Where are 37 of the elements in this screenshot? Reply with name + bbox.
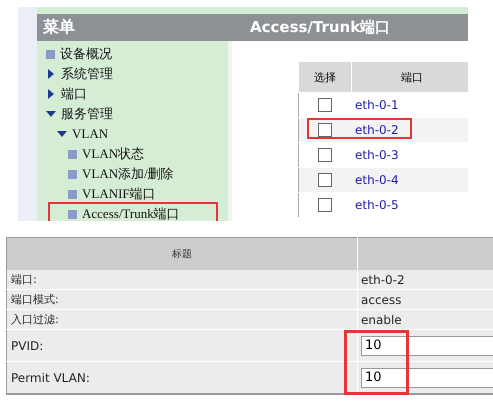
field-value: access — [358, 290, 493, 310]
field-label: 入口过滤: — [6, 310, 358, 330]
field-label: 端口: — [6, 270, 358, 290]
square-bullet-icon — [68, 190, 77, 198]
square-bullet-icon — [68, 210, 77, 218]
square-bullet-icon — [46, 50, 55, 58]
menu-item[interactable]: 端口 — [46, 84, 93, 104]
checkbox[interactable] — [318, 173, 332, 188]
field-value: eth-0-2 — [358, 270, 493, 290]
menu-item[interactable]: VLAN状态 — [68, 144, 150, 164]
checkbox[interactable] — [318, 198, 332, 212]
field-label: PVID: — [6, 330, 358, 362]
column-header: 端口 — [351, 62, 468, 92]
menu-title: 菜单 — [42, 17, 76, 38]
port-link[interactable]: eth-0-3 — [352, 148, 399, 162]
menu-item[interactable]: 系统管理 — [46, 64, 119, 84]
input-field[interactable]: 10 — [361, 336, 493, 356]
checkbox[interactable] — [318, 148, 332, 162]
field-label: 端口模式: — [6, 290, 358, 310]
menu-item[interactable]: VLAN — [57, 124, 114, 144]
menu-item[interactable]: Access/Trunk端口 — [50, 204, 216, 221]
port-link[interactable]: eth-0-5 — [352, 198, 399, 212]
menu-item[interactable]: 设备概况 — [46, 44, 118, 64]
column-header: 选择 — [298, 62, 351, 92]
menu-item[interactable]: VLANIF端口 — [68, 184, 162, 204]
square-bullet-icon — [68, 170, 77, 178]
column-header: 标题 — [6, 238, 358, 270]
field-value: enable — [358, 310, 493, 330]
menu-item[interactable]: 服务管理 — [46, 104, 119, 124]
port-link[interactable]: eth-0-1 — [352, 98, 399, 112]
checkbox[interactable] — [318, 123, 332, 138]
page-title: Access/Trunk端口 — [249, 18, 390, 37]
input-field[interactable]: 10 — [361, 368, 493, 388]
field-label: Permit VLAN: — [6, 362, 358, 395]
menu-item[interactable]: VLAN添加/删除 — [68, 164, 180, 184]
checkbox[interactable] — [318, 98, 332, 112]
square-bullet-icon — [68, 150, 77, 158]
